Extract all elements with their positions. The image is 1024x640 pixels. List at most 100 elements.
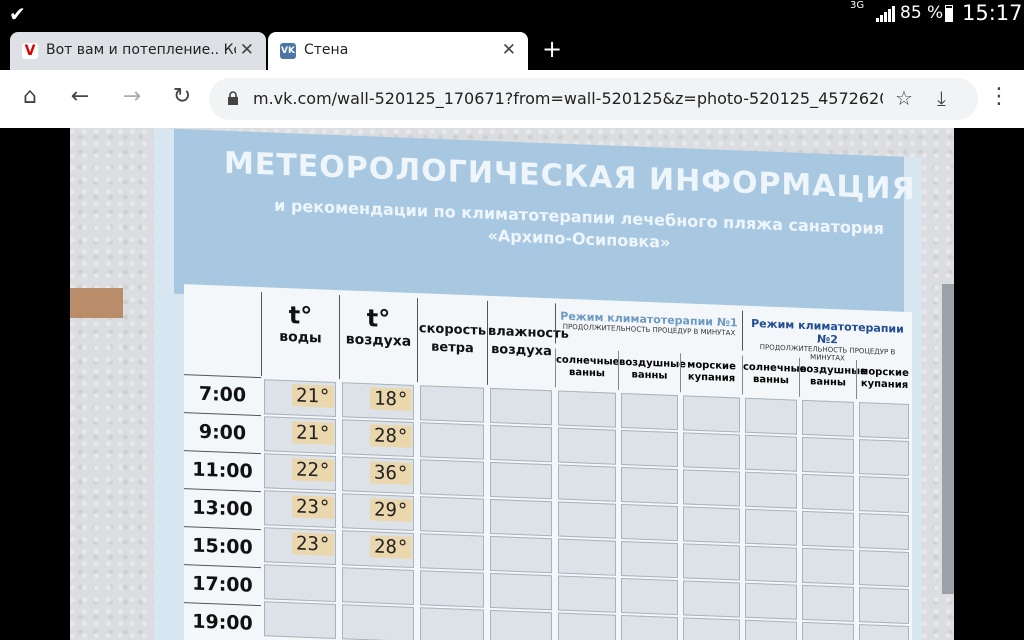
- header-wind: скорость ветра: [417, 298, 487, 385]
- table-cell: [490, 572, 552, 611]
- air-temp-value: 28°: [370, 424, 413, 448]
- table-cell: [490, 461, 552, 500]
- download-icon[interactable]: ⤓: [937, 86, 946, 110]
- table-cell: [859, 476, 909, 514]
- url-text[interactable]: m.vk.com/wall-520125_170671?from=wall-52…: [253, 89, 883, 108]
- table-cell: [802, 621, 854, 640]
- table-cell: [342, 567, 414, 605]
- table-cell: [264, 564, 336, 602]
- table-cell: [683, 469, 740, 507]
- table-cell: [745, 582, 797, 620]
- time-cell: 9:00: [184, 412, 261, 454]
- mode2-sun: солнечные ванны: [742, 355, 806, 397]
- back-icon[interactable]: ←: [65, 84, 95, 109]
- v-favicon-icon: V: [22, 43, 38, 59]
- table-cell: [621, 577, 678, 616]
- mode2-sea: морские купания: [856, 359, 912, 402]
- table-cell: [683, 432, 740, 470]
- table-cell: [745, 508, 797, 546]
- table-cell: [490, 498, 552, 537]
- tab-title: Вот вам и потепление.. Ко: [46, 42, 236, 58]
- table-cell: [621, 540, 678, 579]
- tab-strip: V Вот вам и потепление.. Ко ✕ VK Стена ✕…: [0, 28, 1024, 70]
- menu-icon[interactable]: ⋮: [988, 84, 1010, 109]
- close-icon[interactable]: ✕: [502, 40, 516, 60]
- air-temp-value: 28°: [370, 535, 413, 559]
- vk-favicon-icon: VK: [280, 43, 296, 59]
- info-board: МЕТЕОРОЛОГИЧЕСКАЯ ИНФОРМАЦИЯ и рекоменда…: [154, 128, 922, 640]
- table-cell: [621, 614, 678, 640]
- table-cell: [621, 392, 678, 431]
- mode2-air: воздушные ванны: [799, 357, 867, 399]
- water-temp-value: 21°: [292, 421, 335, 445]
- time-column: 7:00 9:00 11:00 13:00 15:00 17:00 19:00: [184, 374, 261, 640]
- network-type: 3G: [850, 0, 865, 11]
- new-tab-icon[interactable]: +: [542, 35, 562, 63]
- table-cell: [802, 436, 854, 474]
- side-sign: [942, 284, 954, 594]
- table-cell: [558, 464, 616, 502]
- board-subheading: и рекомендации по климатотерапии лечебно…: [274, 195, 884, 252]
- table-cell: [745, 471, 797, 509]
- table-cell: [802, 399, 854, 437]
- reload-icon[interactable]: ↻: [167, 84, 197, 109]
- table-cell: [420, 607, 484, 640]
- table-cell: [802, 473, 854, 511]
- battery-percent: 85 %: [900, 3, 944, 23]
- table-cell: [859, 513, 909, 551]
- close-icon[interactable]: ✕: [240, 40, 254, 60]
- wood-plank: [70, 288, 123, 318]
- air-temp-value: 36°: [370, 461, 413, 485]
- water-temp-value: 22°: [292, 458, 335, 482]
- table-cell: [802, 584, 854, 622]
- clock: 15:17: [962, 1, 1023, 25]
- signal-icon: [876, 6, 895, 22]
- table-cell: [558, 501, 616, 539]
- water-temp-value: 21°: [292, 384, 335, 408]
- table-cell: [621, 466, 678, 505]
- table-cell: [683, 506, 740, 544]
- table-cell: [558, 538, 616, 576]
- table-cell: [745, 397, 797, 435]
- table-cell: [558, 427, 616, 465]
- photo-content: МЕТЕОРОЛОГИЧЕСКАЯ ИНФОРМАЦИЯ и рекоменда…: [70, 128, 954, 640]
- table-cell: [420, 496, 484, 534]
- table-cell: [420, 422, 484, 460]
- table-cell: [859, 402, 909, 440]
- time-cell: 13:00: [184, 488, 261, 530]
- header-humidity: влажность воздуха: [487, 300, 569, 388]
- browser-toolbar: ⌂ ← → ↻ m.vk.com/wall-520125_170671?from…: [0, 70, 1024, 128]
- bookmark-star-icon[interactable]: ☆: [895, 86, 913, 110]
- table-cell: [558, 612, 616, 640]
- header-air-temp: t° воздуха: [339, 295, 417, 383]
- forward-icon[interactable]: →: [117, 84, 147, 109]
- water-temp-value: 23°: [292, 532, 335, 556]
- home-icon[interactable]: ⌂: [15, 84, 45, 109]
- table-cell: [342, 604, 414, 640]
- time-cell: 7:00: [184, 374, 261, 416]
- tab-inactive[interactable]: V Вот вам и потепление.. Ко ✕: [10, 32, 266, 70]
- table-cell: [490, 535, 552, 574]
- table-cell: [683, 395, 740, 433]
- battery-icon: [945, 5, 953, 22]
- water-temp-value: 23°: [292, 495, 335, 519]
- table-cell: [621, 503, 678, 542]
- table-cell: [745, 434, 797, 472]
- time-cell: 11:00: [184, 450, 261, 492]
- air-temp-value: 18°: [370, 387, 413, 411]
- table-cell: [859, 587, 909, 625]
- table-cell: [490, 609, 552, 640]
- mode1-header: Режим климатотерапии №1 ПРОДОЛЖИТЕЛЬНОСТ…: [555, 303, 742, 351]
- time-cell: 15:00: [184, 526, 261, 568]
- table-cell: [683, 580, 740, 618]
- table-cell: [420, 533, 484, 571]
- time-cell: 17:00: [184, 564, 261, 606]
- address-bar[interactable]: m.vk.com/wall-520125_170671?from=wall-52…: [209, 78, 978, 120]
- mode2-header: Режим климатотерапии №2 ПРОДОЛЖИТЕЛЬНОСТ…: [742, 310, 912, 363]
- status-bar: ✔ 3G 85 % 15:17: [0, 0, 1024, 28]
- table-cell: [490, 387, 552, 426]
- table-cell: [621, 429, 678, 468]
- tab-active[interactable]: VK Стена ✕: [268, 32, 528, 70]
- schedule-table: t° воды t° воздуха скорость ветра влажно…: [184, 284, 912, 640]
- time-cell: 19:00: [184, 602, 261, 640]
